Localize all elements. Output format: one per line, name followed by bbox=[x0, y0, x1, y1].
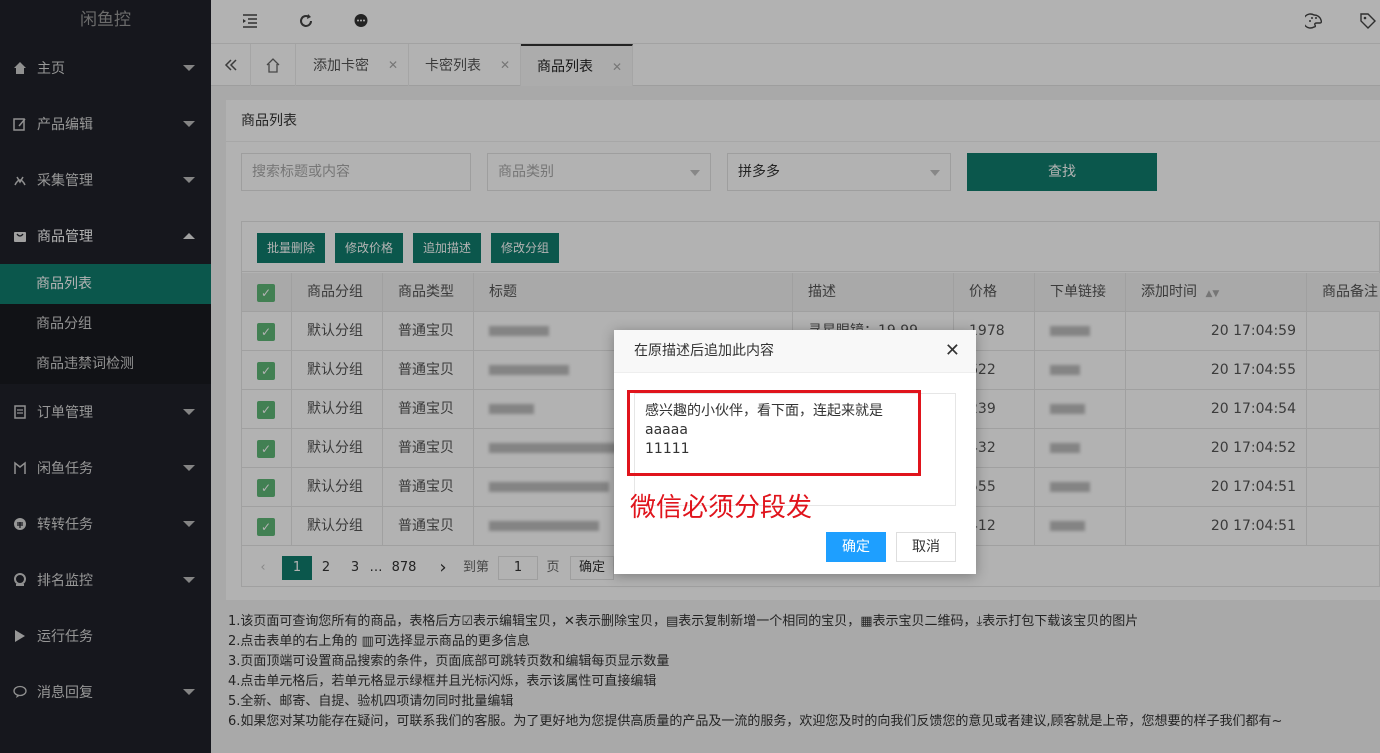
annotation-highlight-box bbox=[627, 390, 921, 476]
confirm-button[interactable]: 确定 bbox=[826, 532, 886, 562]
close-icon[interactable]: ✕ bbox=[945, 342, 960, 360]
cancel-button[interactable]: 取消 bbox=[896, 532, 956, 562]
annotation-text: 微信必须分段发 bbox=[630, 493, 813, 523]
dialog-title: 在原描述后追加此内容 bbox=[614, 330, 976, 373]
